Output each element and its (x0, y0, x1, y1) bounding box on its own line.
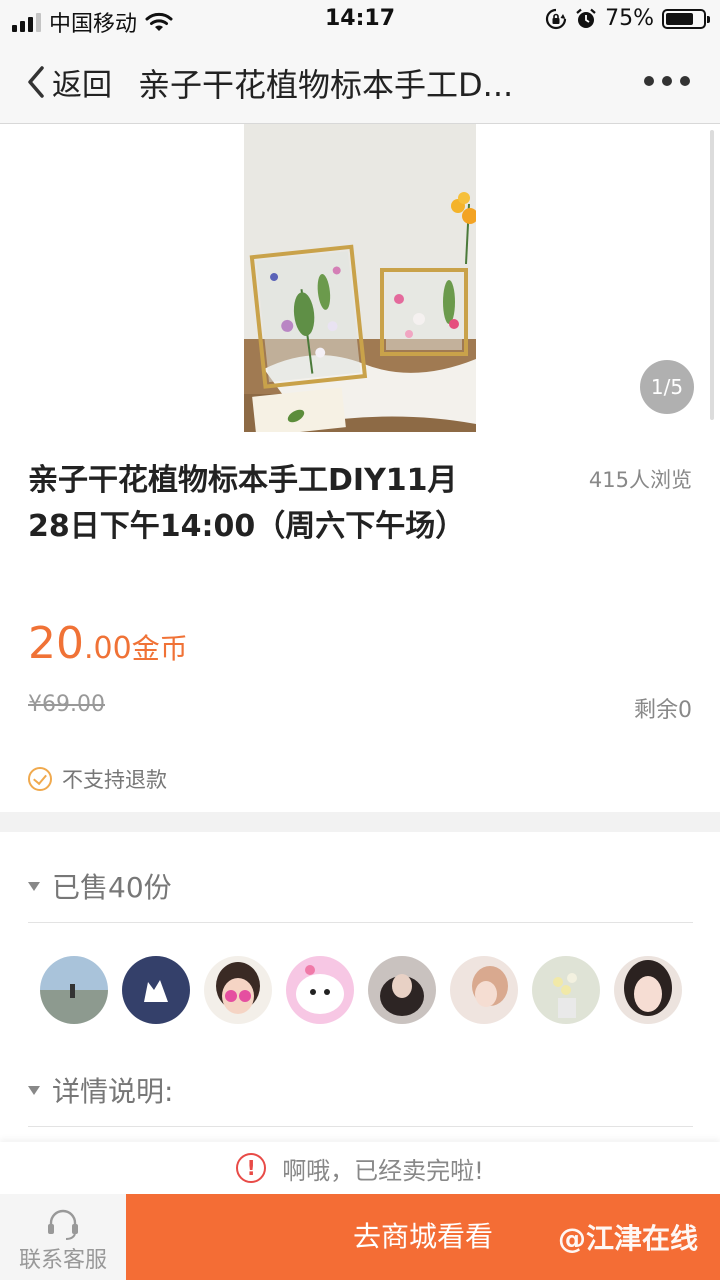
more-menu-button[interactable] (644, 76, 690, 86)
avatar[interactable] (532, 956, 600, 1024)
avatar[interactable] (614, 956, 682, 1024)
scrollbar[interactable] (710, 130, 714, 420)
product-title: 亲子干花植物标本手工DIY11月28日下午14:00（周六下午场） (28, 463, 466, 544)
back-label: 返回 (52, 68, 112, 103)
more-dot-icon (680, 76, 690, 86)
view-count: 415人浏览 (588, 468, 692, 492)
battery-percent: 75% (605, 6, 654, 31)
price-integer: 20 (28, 618, 84, 669)
divider (28, 922, 693, 923)
triangle-down-icon (28, 881, 40, 891)
original-price: ¥69.00 (28, 692, 105, 717)
status-bar: 中国移动 14:17 75% (0, 0, 720, 40)
avatar[interactable] (122, 956, 190, 1024)
more-dot-icon (644, 76, 654, 86)
more-dot-icon (662, 76, 672, 86)
battery-icon (662, 8, 710, 29)
divider (28, 1126, 693, 1127)
triangle-down-icon (28, 1085, 40, 1095)
sold-section-toggle[interactable]: 已售40份 (28, 866, 172, 906)
avatar[interactable] (286, 956, 354, 1024)
sold-out-text: 啊哦，已经卖完啦! (282, 1156, 484, 1185)
bottom-bar: 联系客服 去商城看看 @江津在线 (0, 1194, 720, 1280)
warning-icon: ! (236, 1153, 267, 1183)
customer-service-label: 联系客服 (18, 1248, 107, 1273)
status-right: 75% (545, 6, 710, 31)
remaining-stock: 剩余0 (634, 698, 692, 723)
go-to-mall-label: 去商城看看 (352, 1220, 493, 1253)
back-button[interactable]: 返回 (24, 60, 112, 104)
refund-policy: 不支持退款 (28, 764, 167, 794)
sold-count: 已售40份 (52, 871, 172, 904)
section-gap (0, 812, 720, 832)
avatar[interactable] (204, 956, 272, 1024)
alarm-icon (576, 8, 596, 28)
avatar[interactable] (450, 956, 518, 1024)
avatar[interactable] (368, 956, 436, 1024)
rotation-lock-icon (546, 8, 567, 29)
sold-out-notice: ! 啊哦，已经卖完啦! (0, 1142, 720, 1194)
details-label: 详情说明: (52, 1075, 174, 1108)
avatar[interactable] (40, 956, 108, 1024)
price-unit: 金币 (131, 632, 188, 665)
customer-service-button[interactable]: 联系客服 (0, 1194, 126, 1280)
check-circle-icon (28, 767, 52, 791)
product-gallery[interactable]: 1/5 (0, 124, 720, 432)
headset-icon (48, 1209, 78, 1240)
refund-policy-label: 不支持退款 (62, 768, 167, 792)
battery-level (666, 12, 693, 25)
nav-bar: 返回 亲子干花植物标本手工D... (0, 40, 720, 124)
buyer-avatars (40, 956, 682, 1024)
price-decimal: .00 (84, 631, 132, 666)
product-photo[interactable] (244, 124, 476, 432)
image-counter: 1/5 (640, 360, 694, 414)
watermark: @江津在线 (557, 1222, 698, 1255)
product-price: 20 .00 金币 (28, 618, 188, 669)
chevron-left-icon (28, 66, 44, 98)
details-section-toggle[interactable]: 详情说明: (28, 1070, 173, 1110)
page-title: 亲子干花植物标本手工D... (138, 66, 514, 104)
